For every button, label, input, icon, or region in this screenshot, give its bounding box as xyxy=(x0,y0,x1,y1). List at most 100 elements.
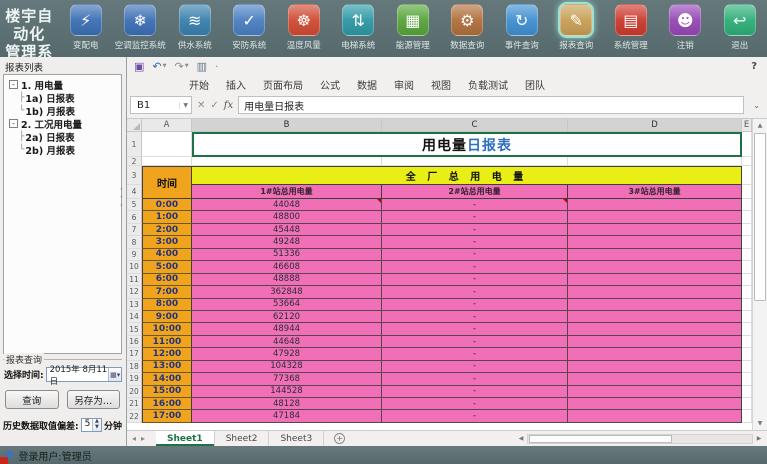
cell-station3-value[interactable] xyxy=(568,348,742,360)
ribbon-tab-负载测试[interactable]: 负载测试 xyxy=(468,77,508,92)
cell-time-11:00[interactable]: 11:00 xyxy=(142,336,192,348)
row-header-15[interactable]: 15 xyxy=(127,323,142,335)
cell-station3-value[interactable] xyxy=(568,398,742,410)
cell-station2-value[interactable]: - xyxy=(382,199,568,211)
cell-station1-value[interactable]: 53664 xyxy=(192,299,382,311)
cell-row2[interactable] xyxy=(742,157,752,166)
cell-station2-value[interactable]: - xyxy=(382,299,568,311)
cell-station2-value[interactable]: - xyxy=(382,323,568,335)
cell-station1-value[interactable]: 48944 xyxy=(192,323,382,335)
row-header-20[interactable]: 20 xyxy=(127,386,142,398)
vertical-scrollbar-thumb[interactable] xyxy=(754,133,766,301)
calendar-dropdown-icon[interactable]: ▦▾ xyxy=(108,368,121,381)
column-header-B[interactable]: B xyxy=(192,119,382,132)
ribbon-tab-数据[interactable]: 数据 xyxy=(357,77,377,92)
cell-station3-value[interactable] xyxy=(568,199,742,211)
formula-bar-expand-icon[interactable]: ⌄ xyxy=(753,101,760,110)
cell-banner[interactable]: 全 厂 总 用 电 量 xyxy=(192,166,742,185)
cell-station1-value[interactable]: 144528 xyxy=(192,386,382,398)
cell-station3-value[interactable] xyxy=(568,323,742,335)
cell-station2-value[interactable]: - xyxy=(382,211,568,223)
ribbon-tab-插入[interactable]: 插入 xyxy=(226,77,246,92)
cell-time-17:00[interactable]: 17:00 xyxy=(142,410,192,422)
cell-station3-value[interactable] xyxy=(568,261,742,273)
cancel-icon[interactable]: ✕ xyxy=(197,100,205,111)
cell-station1-value[interactable]: 49248 xyxy=(192,236,382,248)
cell-station1-value[interactable]: 46608 xyxy=(192,261,382,273)
cell-E-row[interactable] xyxy=(742,286,752,298)
row-header-13[interactable]: 13 xyxy=(127,299,142,311)
row-header-7[interactable]: 7 xyxy=(127,224,142,236)
cell-station2-value[interactable]: - xyxy=(382,398,568,410)
cell-time-14:00[interactable]: 14:00 xyxy=(142,373,192,385)
cell-time-2:00[interactable]: 2:00 xyxy=(142,224,192,236)
row-header-8[interactable]: 8 xyxy=(127,236,142,248)
save-icon[interactable]: ▣ xyxy=(134,61,144,72)
ribbon-tab-公式[interactable]: 公式 xyxy=(320,77,340,92)
date-picker-field[interactable]: 2015年 8月11日 ▦▾ xyxy=(46,367,122,382)
cell-station2-value[interactable]: - xyxy=(382,261,568,273)
tree-item-2b-[interactable]: └2b) 月报表 xyxy=(9,143,119,156)
cell-E-row[interactable] xyxy=(742,373,752,385)
cell-E-row[interactable] xyxy=(742,410,752,422)
topbar-item-exit[interactable]: ↩退出 xyxy=(713,0,767,51)
cell-time-1:00[interactable]: 1:00 xyxy=(142,211,192,223)
tree-item-1-[interactable]: -1. 用电量 xyxy=(9,78,119,91)
cell-time-0:00[interactable]: 0:00 xyxy=(142,199,192,211)
undo-icon-dropdown[interactable]: ▼ xyxy=(163,64,167,69)
topbar-item-security-system[interactable]: ✓安防系统 xyxy=(222,0,277,51)
cell-time-header[interactable]: 时间 xyxy=(142,166,192,199)
cell-station2-value[interactable]: - xyxy=(382,274,568,286)
print-preview-icon[interactable]: ▥ xyxy=(197,61,207,72)
cell-station1-value[interactable]: 362848 xyxy=(192,286,382,298)
ribbon-tab-开始[interactable]: 开始 xyxy=(189,77,209,92)
cell-station3-value[interactable] xyxy=(568,373,742,385)
cell-station2-value[interactable]: - xyxy=(382,348,568,360)
qat-customize-icon[interactable]: · xyxy=(215,61,219,72)
horizontal-scrollbar[interactable]: ◀ ▶ xyxy=(515,433,765,445)
cell-station2-value[interactable]: - xyxy=(382,311,568,323)
tree-item-2-[interactable]: -2. 工况用电量 xyxy=(9,117,119,130)
row-header-22[interactable]: 22 xyxy=(127,410,142,422)
cell-E-row[interactable] xyxy=(742,299,752,311)
cell-station1-value[interactable]: 77368 xyxy=(192,373,382,385)
cell-station-header-2[interactable]: 2#站总用电量 xyxy=(382,185,568,199)
tree-item-2a-[interactable]: ├2a) 日报表 xyxy=(9,130,119,143)
formula-bar-input[interactable]: 用电量日报表 xyxy=(238,96,744,114)
enter-icon[interactable]: ✓ xyxy=(210,100,218,111)
cell-station3-value[interactable] xyxy=(568,299,742,311)
cell-station1-value[interactable]: 104328 xyxy=(192,361,382,373)
cell-time-16:00[interactable]: 16:00 xyxy=(142,398,192,410)
cell-time-7:00[interactable]: 7:00 xyxy=(142,286,192,298)
cell-E1[interactable] xyxy=(742,132,752,157)
cell-station3-value[interactable] xyxy=(568,386,742,398)
cell-time-8:00[interactable]: 8:00 xyxy=(142,299,192,311)
topbar-item-event-query[interactable]: ↻事件查询 xyxy=(495,0,550,51)
row-header-14[interactable]: 14 xyxy=(127,311,142,323)
ribbon-tab-页面布局[interactable]: 页面布局 xyxy=(263,77,303,92)
cell-station3-value[interactable] xyxy=(568,410,742,422)
cell-E-row[interactable] xyxy=(742,323,752,335)
cell-time-3:00[interactable]: 3:00 xyxy=(142,236,192,248)
scroll-up-icon[interactable]: ▲ xyxy=(753,119,767,132)
cell-station3-value[interactable] xyxy=(568,224,742,236)
topbar-item-power-distribution[interactable]: ⚡变配电 xyxy=(59,0,114,51)
cell-station1-value[interactable]: 44648 xyxy=(192,336,382,348)
row-header-21[interactable]: 21 xyxy=(127,398,142,410)
select-all-corner[interactable] xyxy=(127,119,142,132)
name-box-dropdown-icon[interactable]: ▼ xyxy=(179,102,191,109)
cell-station2-value[interactable]: - xyxy=(382,386,568,398)
sheet-tab-sheet2[interactable]: Sheet2 xyxy=(215,431,270,446)
cell-station3-value[interactable] xyxy=(568,361,742,373)
save-as-button[interactable]: 另存为… xyxy=(67,390,121,409)
cell-station3-value[interactable] xyxy=(568,336,742,348)
cell-time-4:00[interactable]: 4:00 xyxy=(142,249,192,261)
sheet-nav-arrows[interactable]: ◂▸ xyxy=(132,434,150,443)
redo-icon-dropdown[interactable]: ▼ xyxy=(185,64,189,69)
cell-time-15:00[interactable]: 15:00 xyxy=(142,386,192,398)
cell-station1-value[interactable]: 51336 xyxy=(192,249,382,261)
cell-E3[interactable] xyxy=(742,166,752,185)
cell-station3-value[interactable] xyxy=(568,249,742,261)
cell-E-row[interactable] xyxy=(742,236,752,248)
cell-station2-value[interactable]: - xyxy=(382,224,568,236)
